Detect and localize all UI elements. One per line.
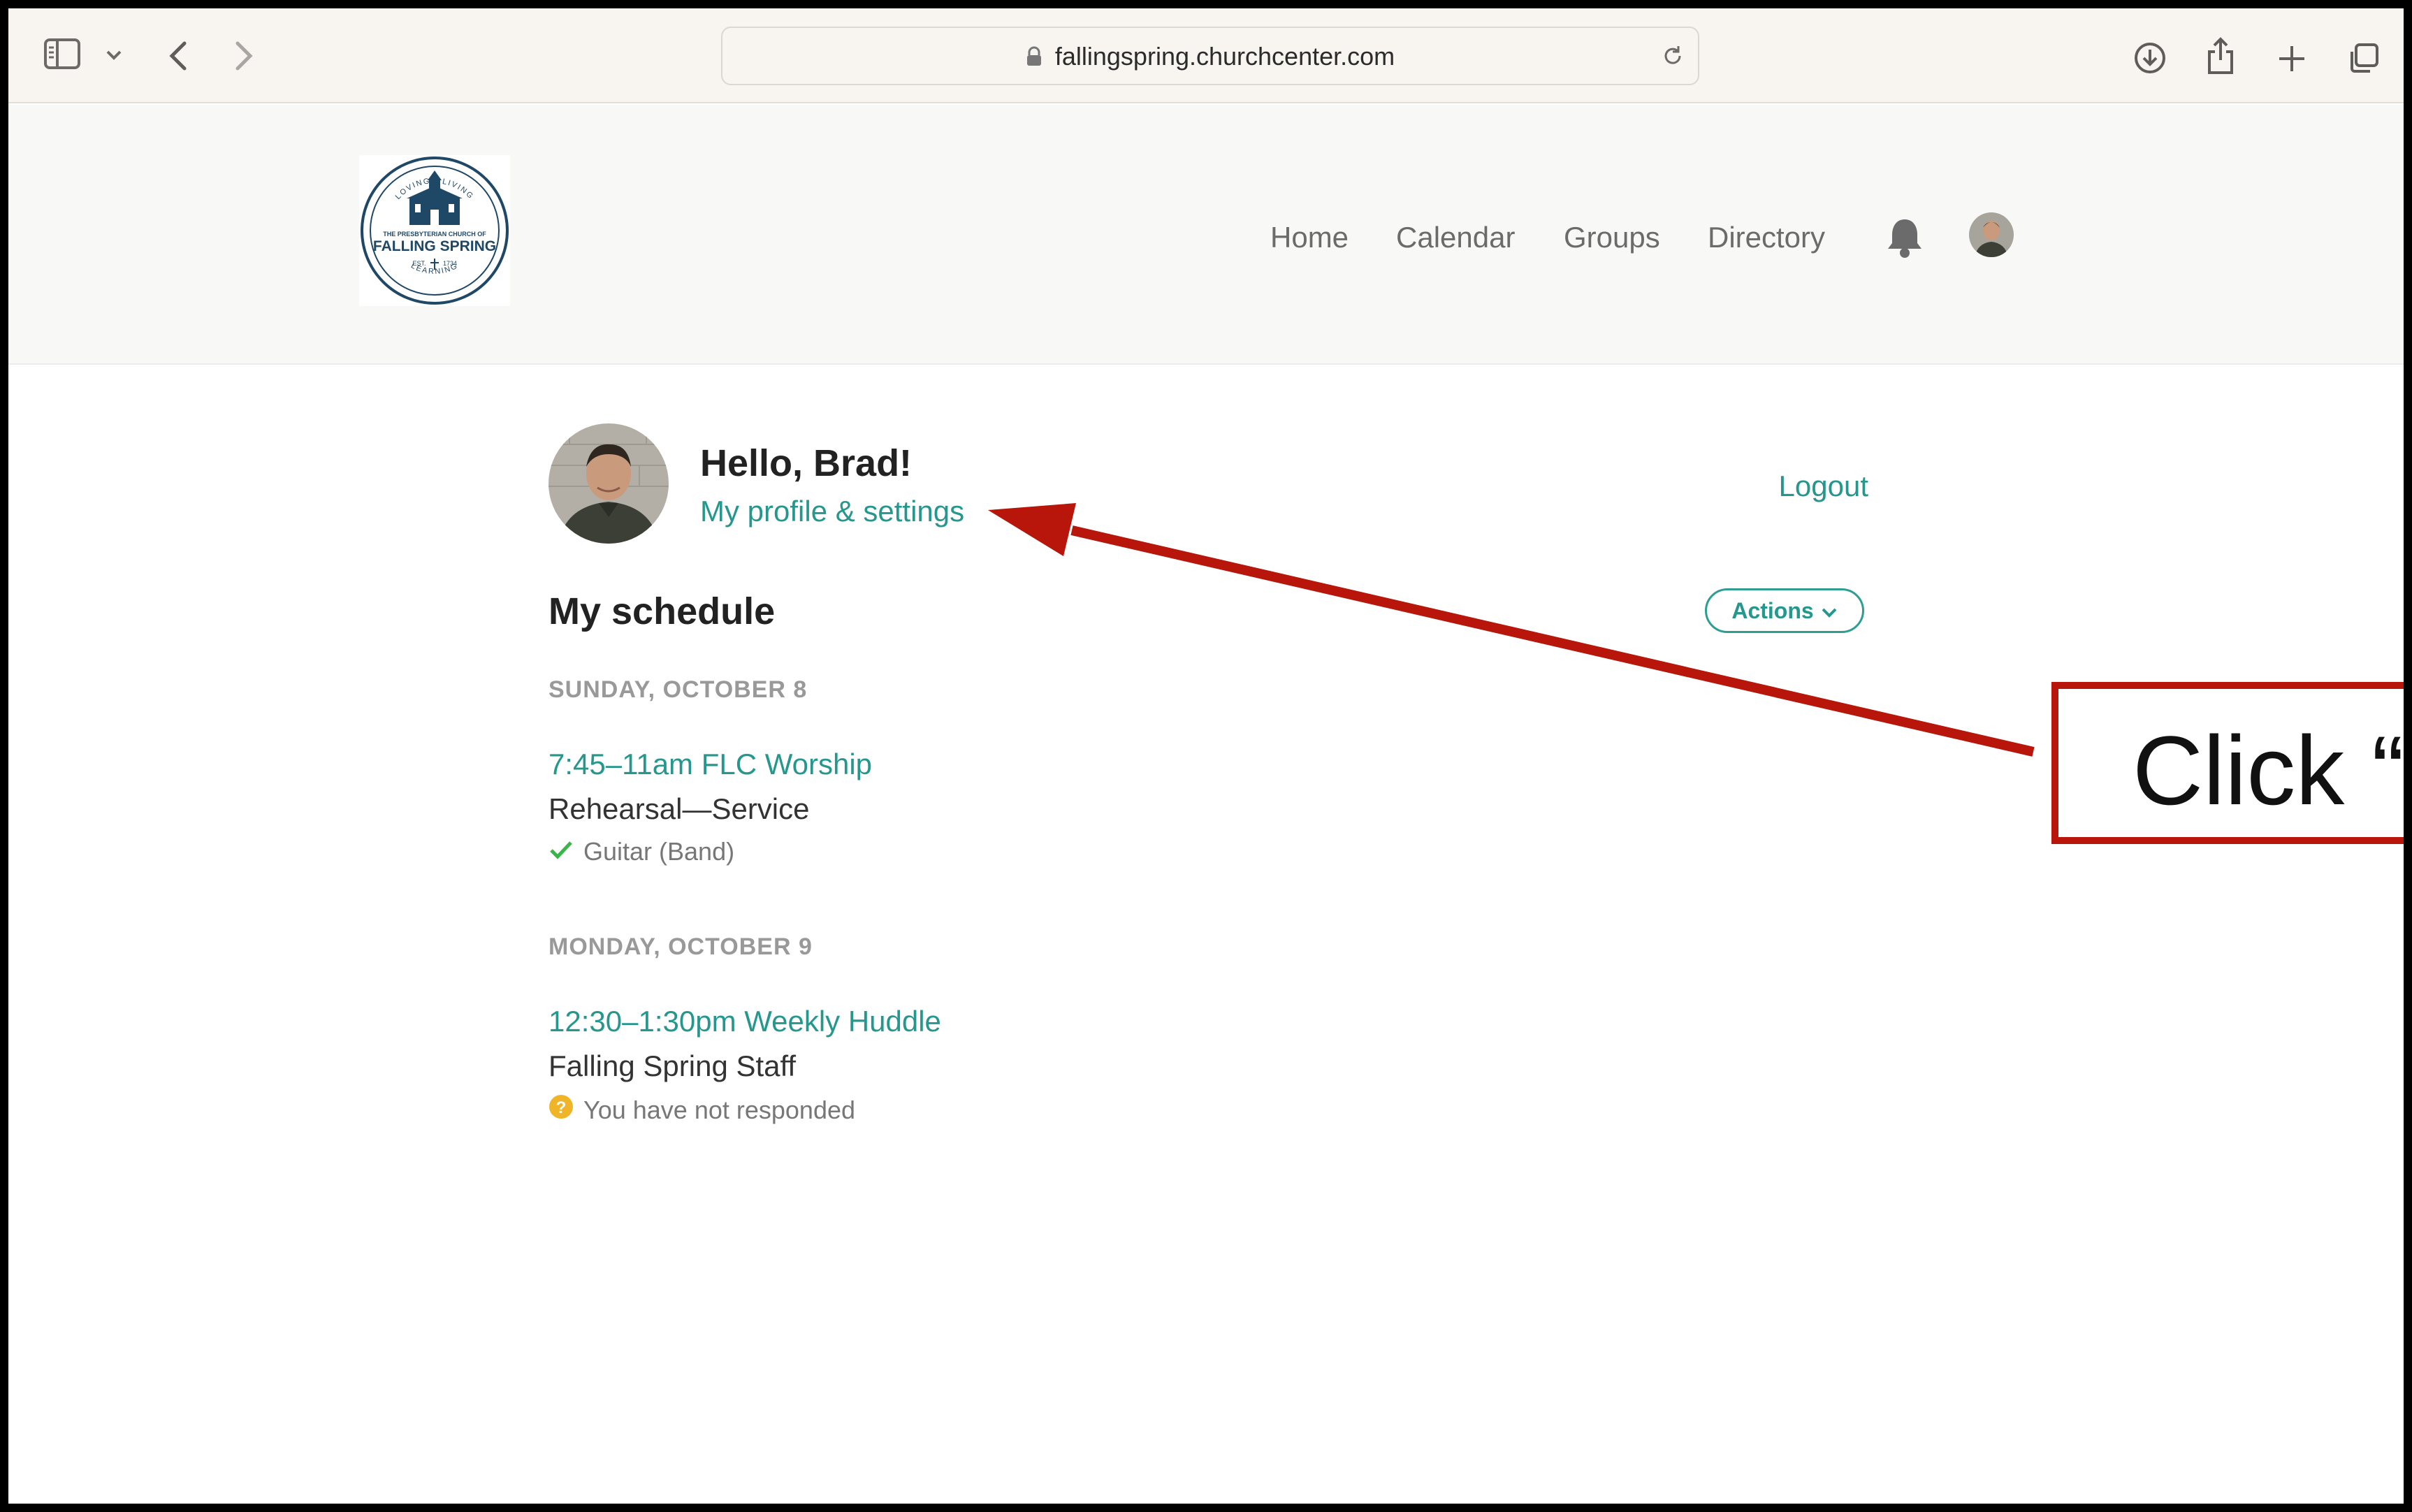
annotation-text: Click “: [2133, 715, 2404, 825]
greeting: Hello, Brad!: [700, 442, 913, 484]
event-status: ? You have not responded: [548, 1094, 855, 1126]
plus-icon[interactable]: [2278, 45, 2306, 76]
chevron-down-icon[interactable]: [105, 49, 123, 65]
profile-avatar[interactable]: [548, 423, 669, 544]
nav-home[interactable]: Home: [1270, 221, 1349, 254]
event-status-text: Guitar (Band): [583, 837, 735, 866]
question-icon: ?: [548, 1094, 574, 1126]
browser-toolbar: fallingspring.churchcenter.com: [8, 8, 2404, 103]
church-logo[interactable]: LOVING · LIVING THE PRESBYTERIAN CHURCH …: [359, 155, 510, 306]
reload-icon[interactable]: [1660, 43, 1685, 72]
chevron-down-icon: [1821, 598, 1838, 624]
back-icon[interactable]: [168, 41, 189, 75]
avatar-small[interactable]: [1969, 212, 2014, 257]
main-content: Hello, Brad! My profile & settings Logou…: [8, 365, 2404, 1504]
tabs-icon[interactable]: [2346, 42, 2380, 79]
event-link[interactable]: 12:30–1:30pm Weekly Huddle: [548, 1005, 941, 1038]
logo-line2: FALLING SPRING: [373, 238, 496, 254]
lock-icon: [1026, 42, 1055, 71]
schedule-title: My schedule: [548, 590, 776, 632]
forward-icon[interactable]: [233, 41, 254, 75]
event-subtitle: Falling Spring Staff: [548, 1049, 797, 1082]
browser-window: fallingspring.churchcenter.com LOVING LI…: [8, 8, 2404, 1504]
event-link[interactable]: 7:45–11am FLC Worship: [548, 748, 872, 781]
day-label: SUNDAY, OCTOBER 8: [548, 676, 808, 703]
day-label: MONDAY, OCTOBER 9: [548, 933, 813, 960]
logo-line1: THE PRESBYTERIAN CHURCH OF: [383, 231, 486, 238]
profile-settings-link[interactable]: My profile & settings: [700, 495, 964, 528]
share-icon[interactable]: [2207, 36, 2235, 79]
event-status-text: You have not responded: [583, 1095, 856, 1124]
url-text: fallingspring.churchcenter.com: [1054, 42, 1395, 71]
bell-icon[interactable]: [1885, 217, 1924, 262]
site-header: LOVING · LIVING THE PRESBYTERIAN CHURCH …: [8, 105, 2404, 365]
nav-calendar[interactable]: Calendar: [1396, 221, 1515, 254]
event-subtitle: Rehearsal—Service: [548, 792, 810, 825]
download-icon[interactable]: [2134, 42, 2166, 78]
event-status: Guitar (Band): [548, 837, 734, 866]
sidebar-icon[interactable]: [43, 38, 81, 73]
svg-text:?: ?: [556, 1098, 567, 1117]
address-bar[interactable]: fallingspring.churchcenter.com: [721, 27, 1699, 85]
logout-link[interactable]: Logout: [1779, 470, 1868, 503]
checkmark-icon: [548, 837, 574, 866]
actions-button[interactable]: Actions: [1705, 588, 1864, 633]
actions-label: Actions: [1731, 597, 1814, 623]
annotation-callout: Click “: [2051, 682, 2404, 844]
nav-directory[interactable]: Directory: [1708, 221, 1825, 254]
nav-groups[interactable]: Groups: [1564, 221, 1660, 254]
